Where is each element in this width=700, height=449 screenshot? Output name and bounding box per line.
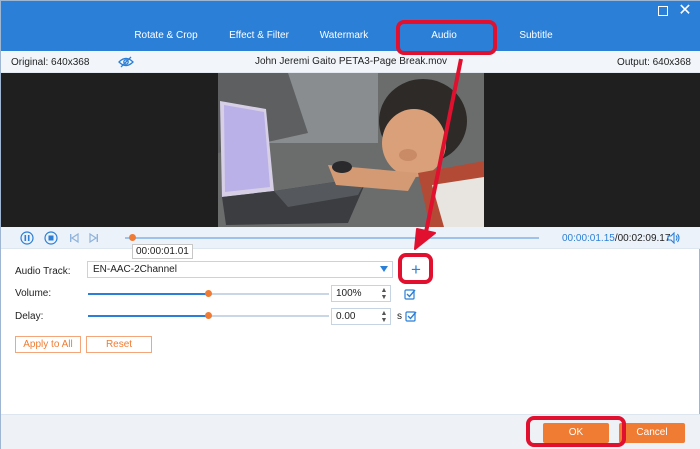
delay-slider-fill xyxy=(88,315,209,317)
video-thumbnail-image xyxy=(218,73,484,227)
tab-audio[interactable]: Audio xyxy=(408,26,480,46)
total-duration: /00:02:09.17 xyxy=(614,233,671,244)
close-icon[interactable]: ✕ xyxy=(677,3,693,19)
title-bar: ✕ Rotate & Crop Effect & Filter Watermar… xyxy=(1,1,700,51)
delay-value: 0.00 xyxy=(336,311,356,322)
tab-watermark[interactable]: Watermark xyxy=(314,26,374,46)
volume-input[interactable]: 100% ▲ ▼ xyxy=(331,285,391,302)
volume-label: Volume: xyxy=(15,288,52,299)
delay-slider[interactable] xyxy=(88,312,329,319)
app-window: ✕ Rotate & Crop Effect & Filter Watermar… xyxy=(0,0,700,449)
tab-effect-filter[interactable]: Effect & Filter xyxy=(223,26,295,46)
delay-checkbox-icon[interactable] xyxy=(405,310,417,322)
delay-slider-knob[interactable] xyxy=(205,312,212,319)
pause-icon[interactable] xyxy=(20,231,34,245)
volume-checkbox-icon[interactable] xyxy=(404,288,416,300)
cancel-button[interactable]: Cancel xyxy=(619,423,685,443)
add-audio-track-button[interactable]: + xyxy=(405,260,427,280)
volume-slider[interactable] xyxy=(88,290,329,297)
timeline-track[interactable] xyxy=(125,237,539,239)
dropdown-caret-icon xyxy=(380,266,388,272)
audio-track-label: Audio Track: xyxy=(15,266,71,277)
file-name: John Jeremi Gaito PETA3-Page Break.mov xyxy=(254,56,448,67)
previous-frame-icon[interactable] xyxy=(67,231,81,245)
output-resolution: Output: 640x368 xyxy=(617,57,691,68)
volume-value: 100% xyxy=(336,288,362,299)
volume-icon[interactable] xyxy=(667,232,680,244)
tab-rotate-crop[interactable]: Rotate & Crop xyxy=(129,26,203,46)
stop-icon[interactable] xyxy=(44,231,58,245)
time-tooltip: 00:00:01.01 xyxy=(132,244,193,259)
timeline-thumb[interactable] xyxy=(129,234,137,241)
time-display: 00:00:01.15/00:02:09.17 xyxy=(562,233,670,244)
next-frame-icon[interactable] xyxy=(87,231,101,245)
ok-button[interactable]: OK xyxy=(543,423,609,443)
delay-input[interactable]: 0.00 ▲ ▼ xyxy=(331,308,391,325)
delay-unit: s xyxy=(397,311,402,322)
maximize-icon[interactable] xyxy=(655,4,671,18)
video-frame xyxy=(218,73,484,227)
audio-track-select[interactable]: EN-AAC-2Channel xyxy=(87,261,393,278)
delay-label: Delay: xyxy=(15,311,44,322)
audio-track-value: EN-AAC-2Channel xyxy=(93,264,177,275)
info-bar: Original: 640x368 John Jeremi Gaito PETA… xyxy=(1,51,700,73)
apply-to-all-button[interactable]: Apply to All xyxy=(15,336,81,353)
current-time: 00:00:01.15 xyxy=(562,233,615,244)
tab-subtitle[interactable]: Subtitle xyxy=(508,26,564,46)
reset-button[interactable]: Reset xyxy=(86,336,152,353)
volume-slider-fill xyxy=(88,293,209,295)
volume-slider-knob[interactable] xyxy=(205,290,212,297)
playback-bar: 00:00:01.15/00:02:09.17 xyxy=(1,227,700,249)
delay-stepper[interactable]: ▲ ▼ xyxy=(380,310,388,324)
volume-stepper[interactable]: ▲ ▼ xyxy=(380,287,388,301)
